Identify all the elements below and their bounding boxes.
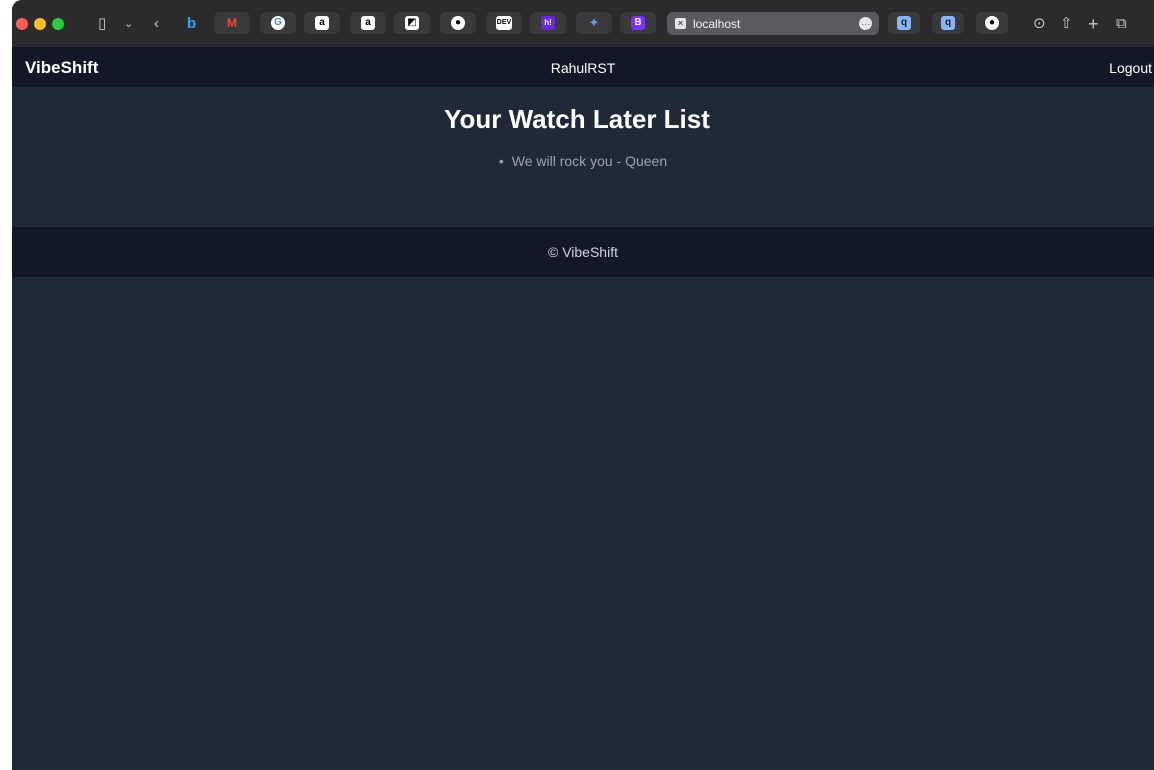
- amazon-bookmark[interactable]: a: [304, 12, 340, 34]
- squarespace-bookmark[interactable]: ◩: [394, 12, 430, 34]
- footer: © VibeShift: [12, 227, 1154, 277]
- hashnode-icon: h!: [541, 16, 555, 30]
- share-icon[interactable]: ⇧: [1060, 14, 1073, 34]
- logout-link[interactable]: Logout: [1109, 60, 1152, 76]
- watch-later-list: • We will rock you - Queen: [12, 152, 1154, 170]
- dev-icon: DEV: [496, 16, 512, 30]
- squarespace-icon: ◩: [405, 16, 419, 30]
- downloads-icon[interactable]: ⊙: [1033, 14, 1046, 34]
- gmail-bookmark[interactable]: M: [214, 12, 250, 34]
- address-url: localhost: [693, 16, 741, 31]
- github-bookmark[interactable]: ●: [440, 12, 476, 34]
- minimize-window-button[interactable]: [34, 18, 46, 30]
- site-icon: ×: [675, 18, 686, 29]
- extension-search-1[interactable]: q: [888, 12, 920, 34]
- page-title: Your Watch Later List: [444, 104, 710, 134]
- extension-search-2[interactable]: q: [932, 12, 964, 34]
- username-label: RahulRST: [550, 60, 616, 76]
- hashnode-bookmark[interactable]: h!: [530, 12, 566, 34]
- footer-copyright: © VibeShift: [548, 244, 618, 260]
- bootstrap-icon: B: [631, 16, 645, 30]
- amazon-bookmark-2[interactable]: a: [350, 12, 386, 34]
- amazon-icon: a: [361, 16, 375, 30]
- extension-github[interactable]: ●: [976, 12, 1008, 34]
- search-icon: q: [941, 16, 955, 30]
- bootstrap-bookmark[interactable]: B: [620, 12, 656, 34]
- app-header: VibeShift RahulRST Logout: [12, 47, 1154, 87]
- chevron-down-icon[interactable]: ⌄: [124, 14, 133, 34]
- new-tab-icon[interactable]: +: [1088, 14, 1099, 34]
- search-icon: q: [897, 16, 911, 30]
- list-item-label: We will rock you - Queen: [511, 153, 668, 169]
- gmail-icon: M: [227, 16, 237, 30]
- dev-bookmark[interactable]: DEV: [486, 12, 522, 34]
- sidebar-icon[interactable]: ▯: [98, 14, 106, 34]
- list-item: • We will rock you - Queen: [12, 152, 1154, 170]
- bullet-icon: •: [498, 153, 504, 169]
- github-icon: ●: [985, 16, 999, 30]
- close-window-button[interactable]: [16, 18, 28, 30]
- github-icon: ●: [451, 16, 465, 30]
- more-options-icon[interactable]: …: [859, 17, 872, 30]
- back-icon[interactable]: ‹: [154, 14, 159, 34]
- tab-overview-icon[interactable]: ⧉: [1116, 14, 1127, 34]
- maximize-window-button[interactable]: [52, 18, 64, 30]
- browser-window: ▯ ⌄ ‹ b M G a a ◩ ● DEV h! ✦ B × localho…: [12, 0, 1154, 770]
- bing-favicon-icon[interactable]: b: [187, 14, 196, 34]
- browser-toolbar: ▯ ⌄ ‹ b M G a a ◩ ● DEV h! ✦ B × localho…: [12, 0, 1154, 47]
- amazon-icon: a: [315, 16, 329, 30]
- google-icon: G: [271, 16, 285, 30]
- address-bar[interactable]: × localhost …: [667, 12, 879, 35]
- google-bookmark[interactable]: G: [260, 12, 296, 34]
- gemini-bookmark[interactable]: ✦: [576, 12, 612, 34]
- gemini-icon: ✦: [588, 15, 600, 30]
